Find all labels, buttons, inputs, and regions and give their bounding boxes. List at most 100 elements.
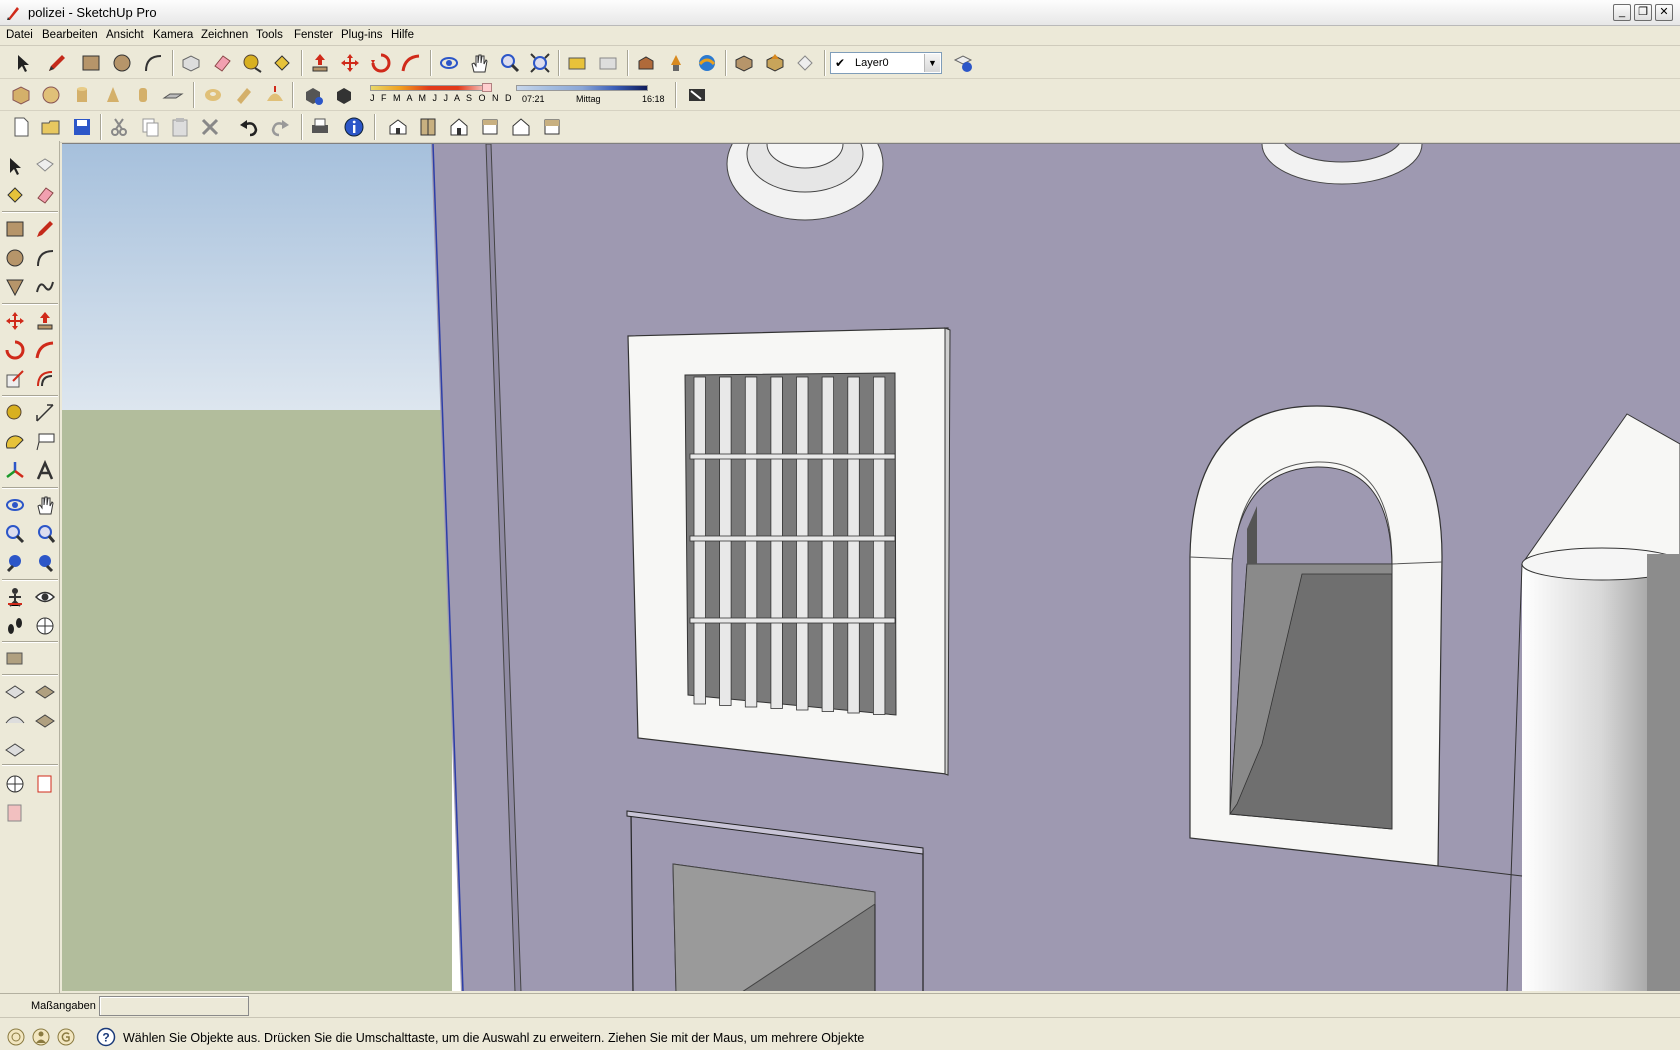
tube-tool-button[interactable] [231, 83, 257, 107]
cut-button[interactable] [106, 115, 132, 139]
left-zoom-window-button[interactable] [32, 521, 58, 547]
credits-icon[interactable] [31, 1027, 51, 1047]
right-view-button[interactable] [477, 115, 503, 139]
pan-tool-button[interactable] [466, 51, 492, 75]
cylinder-2-tool-button[interactable] [130, 83, 156, 107]
measurement-input[interactable] [99, 996, 249, 1016]
undo-button[interactable] [236, 115, 262, 139]
top-view-button[interactable] [415, 115, 441, 139]
left-dimension-button[interactable] [32, 400, 58, 426]
sign-in-icon[interactable] [56, 1027, 76, 1047]
left-paint-button[interactable] [2, 182, 28, 208]
left-follow-me-button[interactable] [32, 337, 58, 363]
left-view-button[interactable] [539, 115, 565, 139]
model-info-button[interactable] [341, 115, 367, 139]
display-shadows-button[interactable] [331, 83, 357, 107]
left-arc-button[interactable] [32, 245, 58, 271]
left-position-camera-button[interactable] [2, 584, 28, 610]
model-viewport[interactable] [62, 143, 1680, 991]
back-view-button[interactable] [508, 115, 534, 139]
new-button[interactable] [8, 115, 34, 139]
zoom-extents-button[interactable] [527, 51, 553, 75]
circle-tool-button[interactable] [109, 51, 135, 75]
left-sandbox-5-button[interactable] [2, 736, 28, 762]
left-pan-button[interactable] [32, 492, 58, 518]
help-icon[interactable]: ? [96, 1027, 116, 1047]
save-button[interactable] [69, 115, 95, 139]
push-pull-button[interactable] [307, 51, 333, 75]
paste-button[interactable] [167, 115, 193, 139]
menu-zeichnen[interactable]: Zeichnen [201, 29, 248, 41]
left-add-location-button[interactable] [2, 645, 28, 671]
pencil-tool-button[interactable] [44, 51, 70, 75]
left-push-pull-button[interactable] [32, 308, 58, 334]
cylinder-tool-button[interactable] [69, 83, 95, 107]
plane-tool-button[interactable] [160, 83, 186, 107]
make-component-button[interactable] [178, 51, 204, 75]
front-view-button[interactable] [446, 115, 472, 139]
layer-manager-button[interactable] [950, 51, 976, 75]
follow-me-button[interactable] [398, 51, 424, 75]
left-scale-button[interactable] [2, 366, 28, 392]
layer-dropdown[interactable]: ✔ Layer0 ▼ [830, 52, 942, 74]
redo-button[interactable] [267, 115, 293, 139]
left-tape-button[interactable] [2, 400, 28, 426]
left-walk-button[interactable] [2, 613, 28, 639]
left-xray-button[interactable] [32, 771, 58, 797]
rectangle-tool-button[interactable] [78, 51, 104, 75]
menu-datei[interactable]: Datei [6, 29, 33, 41]
month-slider[interactable] [370, 85, 488, 91]
restore-button[interactable]: ❐ [1634, 4, 1652, 21]
copy-button[interactable] [137, 115, 163, 139]
left-offset-button[interactable] [32, 366, 58, 392]
cone-tool-button[interactable] [100, 83, 126, 107]
share-model-button[interactable] [694, 51, 720, 75]
eraser-tool-button[interactable] [209, 51, 235, 75]
left-text-button[interactable] [32, 429, 58, 455]
menu-plugins[interactable]: Plug-ins [341, 29, 383, 41]
left-sandbox-2-button[interactable] [32, 678, 58, 704]
left-axes-tool-button[interactable] [2, 771, 28, 797]
left-axes-button[interactable] [2, 458, 28, 484]
menu-kamera[interactable]: Kamera [153, 29, 193, 41]
shadow-settings-button[interactable] [300, 83, 326, 107]
delete-button[interactable] [197, 115, 223, 139]
menu-bearbeiten[interactable]: Bearbeiten [42, 29, 98, 41]
left-eraser-button[interactable] [32, 182, 58, 208]
menu-fenster[interactable]: Fenster [294, 29, 333, 41]
get-models-button[interactable] [663, 51, 689, 75]
dome-tool-button[interactable] [262, 83, 288, 107]
left-sandbox-1-button[interactable] [2, 678, 28, 704]
next-scene-button[interactable] [595, 51, 621, 75]
left-sandbox-3-button[interactable] [2, 707, 28, 733]
left-zoom-button[interactable] [2, 521, 28, 547]
time-slider[interactable] [516, 85, 648, 91]
box-tool-button[interactable] [8, 83, 34, 107]
zoom-tool-button[interactable] [497, 51, 523, 75]
menu-hilfe[interactable]: Hilfe [391, 29, 414, 41]
left-orbit-button[interactable] [2, 492, 28, 518]
month-slider-thumb[interactable] [482, 83, 492, 92]
left-sandbox-4-button[interactable] [32, 707, 58, 733]
torus-tool-button[interactable] [200, 83, 226, 107]
menu-tools[interactable]: Tools [256, 29, 283, 41]
left-back-edges-button[interactable] [2, 800, 28, 826]
select-tool-button[interactable] [10, 51, 36, 75]
tape-measure-button[interactable] [239, 51, 265, 75]
left-look-around-button[interactable] [32, 584, 58, 610]
left-3d-text-button[interactable] [32, 458, 58, 484]
left-rectangle-button[interactable] [2, 216, 28, 242]
upload-component-button[interactable] [762, 51, 788, 75]
left-section-plane-button[interactable] [32, 613, 58, 639]
sphere-tool-button[interactable] [38, 83, 64, 107]
iso-view-button[interactable] [385, 115, 411, 139]
menu-ansicht[interactable]: Ansicht [106, 29, 144, 41]
left-protractor-button[interactable] [2, 429, 28, 455]
share-component-button[interactable] [731, 51, 757, 75]
paint-bucket-button[interactable] [269, 51, 295, 75]
left-polygon-button[interactable] [2, 274, 28, 300]
left-select-button[interactable] [2, 153, 28, 179]
left-freehand-button[interactable] [32, 274, 58, 300]
left-zoom-extents-button[interactable] [32, 550, 58, 576]
left-previous-view-button[interactable] [2, 550, 28, 576]
